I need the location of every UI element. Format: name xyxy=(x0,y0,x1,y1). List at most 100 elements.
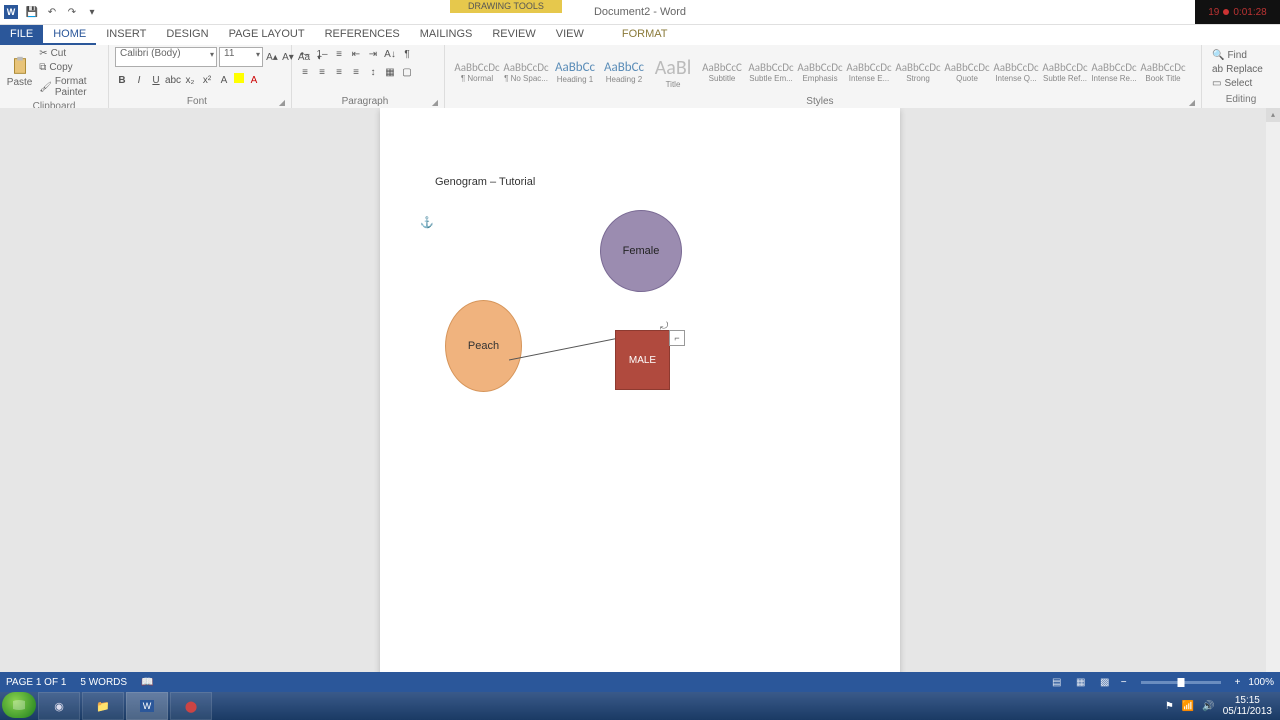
undo-button[interactable]: ↶ xyxy=(44,4,60,20)
style-item-7[interactable]: AaBbCcDcEmphasis xyxy=(796,49,844,94)
scroll-up-icon[interactable]: ▴ xyxy=(1266,108,1280,122)
bold-button[interactable]: B xyxy=(115,73,129,87)
tab-design[interactable]: DESIGN xyxy=(156,25,218,45)
copy-button[interactable]: ⧉Copy xyxy=(37,61,102,74)
font-color-button[interactable]: A xyxy=(247,73,261,87)
tray-volume-icon[interactable]: 🔊 xyxy=(1202,701,1214,712)
qat-customize-icon[interactable]: ▾ xyxy=(84,4,100,20)
line-spacing-button[interactable]: ↕ xyxy=(366,65,380,79)
tab-file[interactable]: FILE xyxy=(0,25,43,45)
print-layout-button[interactable]: ▦ xyxy=(1073,675,1089,689)
align-center-button[interactable]: ≡ xyxy=(315,65,329,79)
show-marks-button[interactable]: ¶ xyxy=(400,47,414,61)
increase-indent-button[interactable]: ⇥ xyxy=(366,47,380,61)
zoom-slider[interactable] xyxy=(1141,681,1221,684)
style-item-14[interactable]: AaBbCcDcBook Title xyxy=(1139,49,1187,94)
styles-gallery[interactable]: AaBbCcDc¶ NormalAaBbCcDc¶ No Spac...AaBb… xyxy=(451,47,1195,94)
shading-button[interactable]: ▦ xyxy=(383,65,397,79)
ribbon: Paste ✂Cut ⧉Copy 🖌Format Painter Clipboa… xyxy=(0,45,1280,110)
document-area[interactable]: Genogram – Tutorial ⚓ Female Peach MALE … xyxy=(0,108,1280,692)
tab-page-layout[interactable]: PAGE LAYOUT xyxy=(219,25,315,45)
font-launcher-icon[interactable]: ◢ xyxy=(279,98,285,107)
multilevel-list-button[interactable]: ≡ xyxy=(332,47,346,61)
web-layout-button[interactable]: ▩ xyxy=(1097,675,1113,689)
tab-home[interactable]: HOME xyxy=(43,25,96,45)
style-item-8[interactable]: AaBbCcDcIntense E... xyxy=(845,49,893,94)
start-button[interactable] xyxy=(2,692,36,718)
superscript-button[interactable]: x² xyxy=(200,73,214,87)
word-count[interactable]: 5 WORDS xyxy=(80,677,127,688)
align-right-button[interactable]: ≡ xyxy=(332,65,346,79)
taskbar-chrome[interactable]: ◉ xyxy=(38,692,80,720)
tab-references[interactable]: REFERENCES xyxy=(315,25,410,45)
tray-date[interactable]: 05/11/2013 xyxy=(1223,706,1272,717)
cut-button[interactable]: ✂Cut xyxy=(37,47,102,60)
tab-review[interactable]: REVIEW xyxy=(482,25,545,45)
redo-button[interactable]: ↷ xyxy=(64,4,80,20)
shape-female-circle[interactable]: Female xyxy=(600,210,682,292)
subscript-button[interactable]: x₂ xyxy=(183,73,197,87)
paragraph-launcher-icon[interactable]: ◢ xyxy=(432,98,438,107)
borders-button[interactable]: ▢ xyxy=(400,65,414,79)
tab-view[interactable]: VIEW xyxy=(546,25,594,45)
tray-flag-icon[interactable]: ⚑ xyxy=(1165,701,1174,712)
style-item-1[interactable]: AaBbCcDc¶ No Spac... xyxy=(502,49,550,94)
italic-button[interactable]: I xyxy=(132,73,146,87)
justify-button[interactable]: ≡ xyxy=(349,65,363,79)
style-item-0[interactable]: AaBbCcDc¶ Normal xyxy=(453,49,501,94)
brush-icon: 🖌 xyxy=(39,82,52,93)
style-item-3[interactable]: AaBbCcHeading 2 xyxy=(600,49,648,94)
taskbar-explorer[interactable]: 📁 xyxy=(82,692,124,720)
page-indicator[interactable]: PAGE 1 OF 1 xyxy=(6,677,66,688)
tab-mailings[interactable]: MAILINGS xyxy=(410,25,483,45)
tray-time[interactable]: 15:15 xyxy=(1223,695,1272,706)
style-item-12[interactable]: AaBbCcDcSubtle Ref... xyxy=(1041,49,1089,94)
page: Genogram – Tutorial ⚓ Female Peach MALE … xyxy=(380,108,900,692)
vertical-scrollbar[interactable]: ▴ xyxy=(1266,108,1280,672)
underline-button[interactable]: U xyxy=(149,73,163,87)
zoom-level[interactable]: 100% xyxy=(1248,677,1274,688)
text-effects-button[interactable]: A xyxy=(217,73,231,87)
style-item-13[interactable]: AaBbCcDcIntense Re... xyxy=(1090,49,1138,94)
style-item-6[interactable]: AaBbCcDcSubtle Em... xyxy=(747,49,795,94)
rotate-handle-icon[interactable]: ⤾ xyxy=(660,321,668,332)
highlight-button[interactable] xyxy=(234,73,244,83)
style-item-10[interactable]: AaBbCcDcQuote xyxy=(943,49,991,94)
style-item-2[interactable]: AaBbCcHeading 1 xyxy=(551,49,599,94)
style-item-11[interactable]: AaBbCcDcIntense Q... xyxy=(992,49,1040,94)
layout-options-icon[interactable]: ⌐ xyxy=(669,330,685,346)
screen-recorder-overlay: 19 0:01:28 xyxy=(1195,0,1280,24)
style-item-9[interactable]: AaBbCcDcStrong xyxy=(894,49,942,94)
style-item-4[interactable]: AaBlTitle xyxy=(649,49,697,94)
taskbar-word[interactable]: W xyxy=(126,692,168,720)
numbering-button[interactable]: 1– xyxy=(315,47,329,61)
taskbar-recorder[interactable]: ⬤ xyxy=(170,692,212,720)
decrease-indent-button[interactable]: ⇤ xyxy=(349,47,363,61)
tab-format[interactable]: FORMAT xyxy=(612,25,678,45)
tab-insert[interactable]: INSERT xyxy=(96,25,156,45)
replace-button[interactable]: abReplace xyxy=(1210,63,1272,76)
find-button[interactable]: 🔍Find xyxy=(1210,49,1272,62)
font-size-combo[interactable]: 11 xyxy=(219,47,263,67)
grow-font-button[interactable]: A▴ xyxy=(265,50,279,64)
zoom-out-button[interactable]: − xyxy=(1121,677,1127,688)
font-family-combo[interactable]: Calibri (Body) xyxy=(115,47,217,67)
shape-peach-oval[interactable]: Peach xyxy=(445,300,522,392)
save-button[interactable]: 💾 xyxy=(24,4,40,20)
recorder-fps: 19 xyxy=(1208,7,1219,18)
sort-button[interactable]: A↓ xyxy=(383,47,397,61)
align-left-button[interactable]: ≡ xyxy=(298,65,312,79)
proofing-icon[interactable]: 📖 xyxy=(141,677,153,688)
style-item-5[interactable]: AaBbCcCSubtitle xyxy=(698,49,746,94)
read-mode-button[interactable]: ▤ xyxy=(1049,675,1065,689)
shape-male-square[interactable]: MALE xyxy=(615,330,670,390)
title-bar: W 💾 ↶ ↷ ▾ DRAWING TOOLS Document2 - Word… xyxy=(0,0,1280,25)
styles-launcher-icon[interactable]: ◢ xyxy=(1189,98,1195,107)
format-painter-button[interactable]: 🖌Format Painter xyxy=(37,75,102,99)
bullets-button[interactable]: •– xyxy=(298,47,312,61)
paste-button[interactable]: Paste xyxy=(6,47,33,95)
zoom-in-button[interactable]: + xyxy=(1235,677,1241,688)
select-button[interactable]: ▭Select xyxy=(1210,77,1272,90)
tray-network-icon[interactable]: 📶 xyxy=(1182,701,1194,712)
strikethrough-button[interactable]: abc xyxy=(166,73,180,87)
